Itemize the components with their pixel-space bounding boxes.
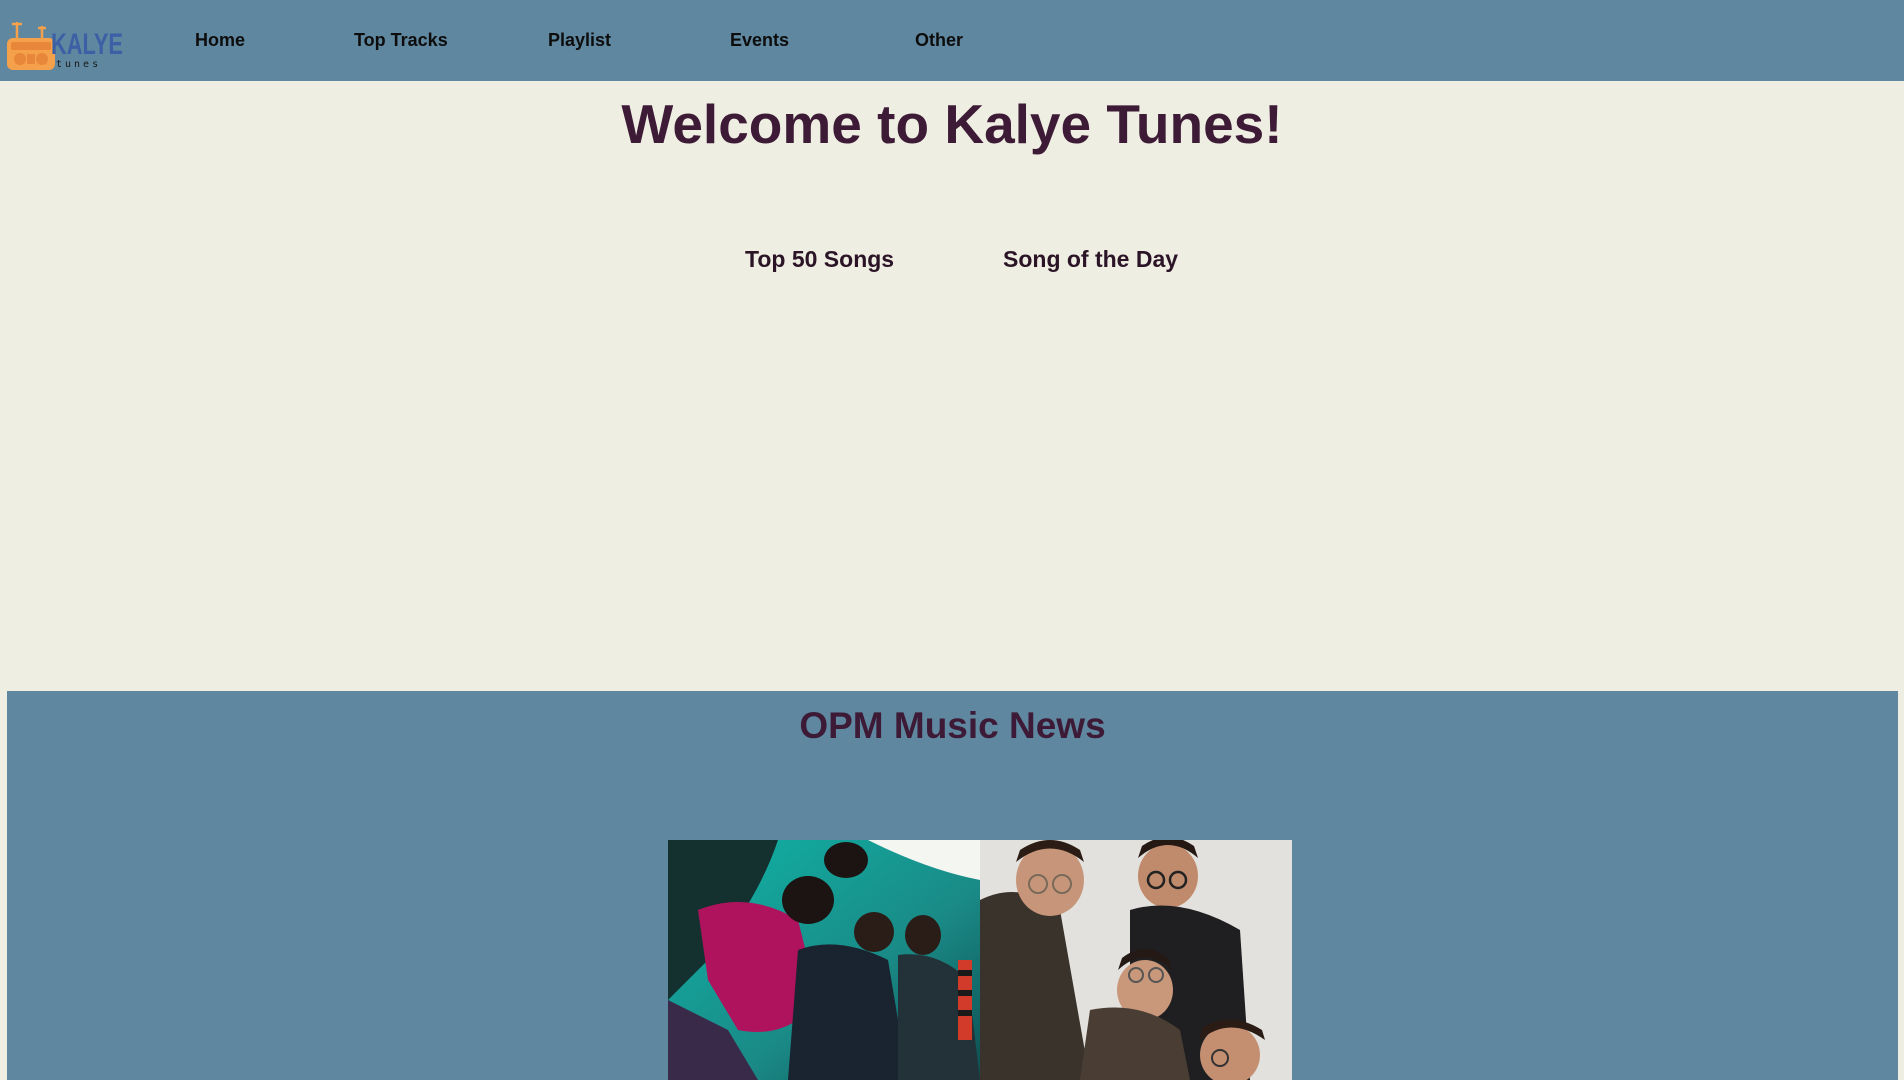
nav-home[interactable]: Home — [195, 30, 245, 51]
svg-text:tunes: tunes — [56, 59, 101, 70]
nav-playlist[interactable]: Playlist — [548, 30, 611, 51]
nav-events[interactable]: Events — [730, 30, 789, 51]
news-section-title: OPM Music News — [799, 705, 1106, 746]
nav-top-tracks[interactable]: Top Tracks — [354, 30, 448, 51]
top-50-songs-link[interactable]: Top 50 Songs — [745, 246, 894, 273]
band-photo-teal-image — [668, 840, 980, 1080]
svg-text:KALYE: KALYE — [51, 28, 123, 61]
kalye-tunes-logo[interactable]: KALYE tunes — [4, 18, 126, 74]
news-image-band-gray[interactable] — [980, 840, 1292, 1080]
page-title: Welcome to Kalye Tunes! — [621, 93, 1283, 155]
opm-music-news-section: OPM Music News — [7, 691, 1898, 1080]
band-photo-gray-image — [980, 840, 1292, 1080]
top-navigation-bar: KALYE tunes Home Top Tracks Playlist Eve… — [0, 0, 1904, 81]
song-of-the-day-link[interactable]: Song of the Day — [1003, 246, 1178, 273]
nav-other[interactable]: Other — [915, 30, 963, 51]
news-image-band-teal[interactable] — [668, 840, 980, 1080]
boombox-logo-icon: KALYE tunes — [7, 22, 123, 70]
